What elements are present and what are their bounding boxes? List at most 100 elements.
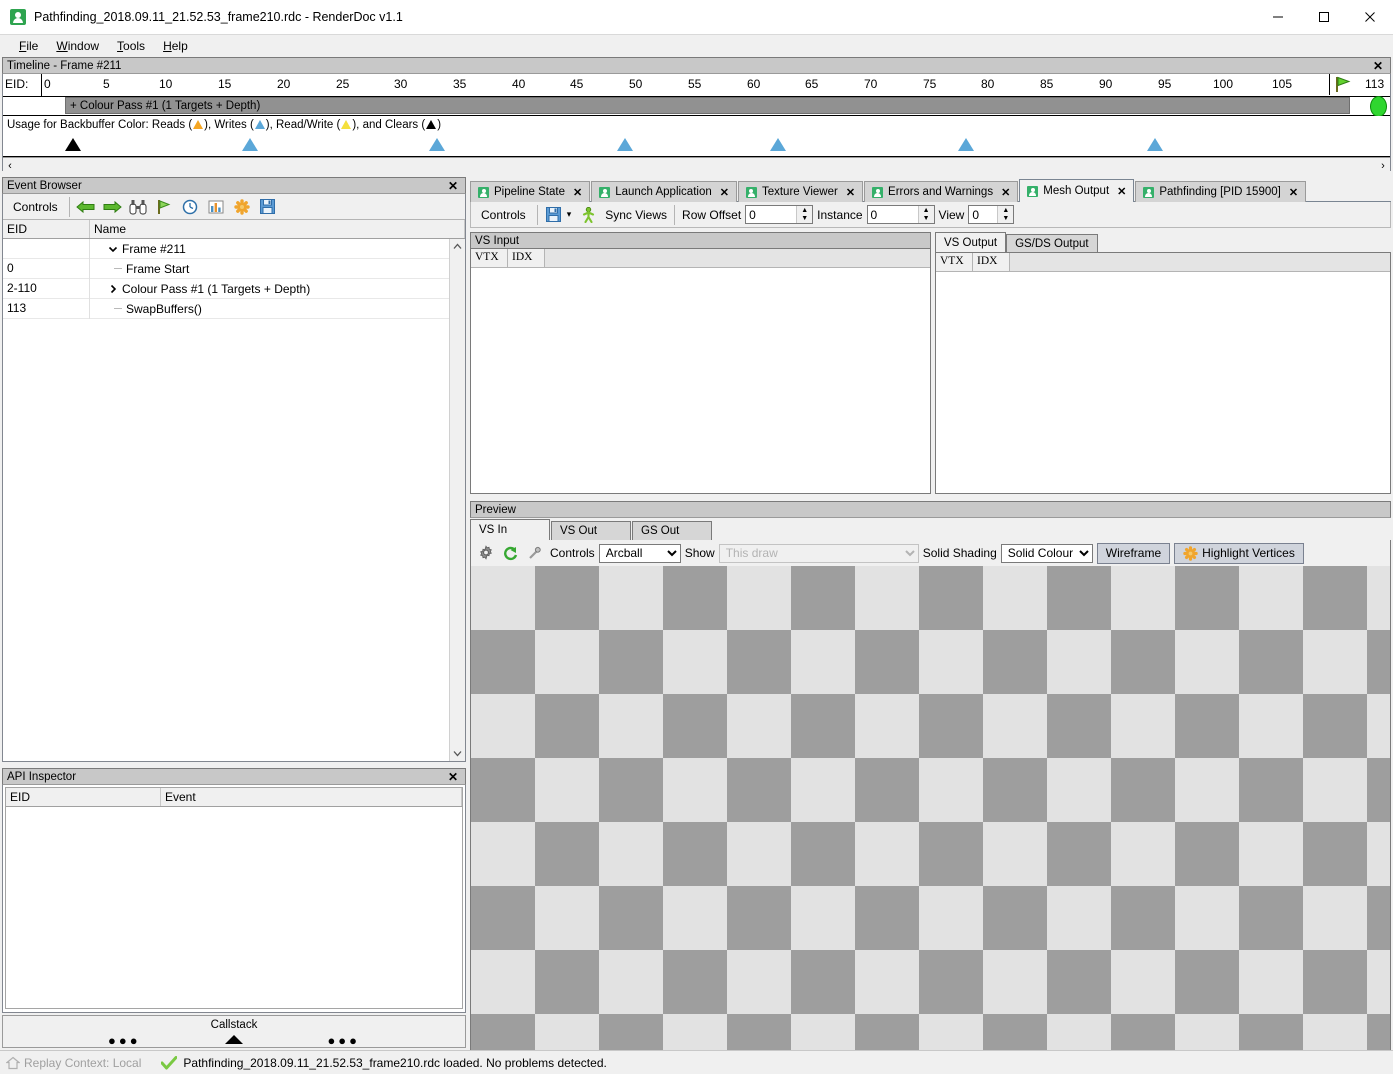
chevron-right-icon[interactable] xyxy=(108,284,122,294)
close-icon[interactable]: ✕ xyxy=(1117,185,1126,198)
scroll-up-icon[interactable] xyxy=(450,239,465,254)
sync-views-label[interactable]: Sync Views xyxy=(601,208,671,222)
column-vtx[interactable]: VTX xyxy=(471,249,508,267)
api-inspector-close-icon[interactable]: ✕ xyxy=(445,771,461,783)
replay-context[interactable]: Replay Context: Local xyxy=(6,1056,141,1070)
instance-stepper[interactable]: ▲ ▼ xyxy=(866,205,935,224)
minimize-button[interactable] xyxy=(1255,0,1301,34)
stepper-down-icon[interactable]: ▼ xyxy=(797,215,812,224)
usage-marker-write[interactable] xyxy=(242,138,258,151)
column-event[interactable]: Event xyxy=(161,788,462,806)
column-eid[interactable]: EID xyxy=(3,220,90,238)
bar-chart-icon[interactable] xyxy=(203,196,229,218)
timeline-scroll-left-icon[interactable]: ‹ xyxy=(3,158,17,173)
tab-vs-in[interactable]: VS In xyxy=(470,519,550,540)
usage-marker-write[interactable] xyxy=(958,138,974,151)
timeline-current-event-marker[interactable] xyxy=(1370,96,1387,117)
save-icon[interactable] xyxy=(255,196,281,218)
highlight-vertices-button[interactable]: Highlight Vertices xyxy=(1174,542,1304,564)
timer-icon[interactable] xyxy=(177,196,203,218)
tab-vs-out[interactable]: VS Out xyxy=(551,521,631,540)
tab-mesh-output[interactable]: Mesh Output ✕ xyxy=(1019,179,1135,202)
close-icon[interactable]: ✕ xyxy=(573,186,582,199)
table-row[interactable]: 0 Frame Start xyxy=(3,258,465,279)
mesh-preview-canvas[interactable] xyxy=(470,566,1391,1072)
timeline-pass-row[interactable]: + Colour Pass #1 (1 Targets + Depth) xyxy=(3,96,1390,117)
forward-arrow-icon[interactable] xyxy=(99,196,125,218)
menu-file[interactable]: File xyxy=(10,37,47,55)
stepper-up-icon[interactable]: ▲ xyxy=(797,206,812,215)
tab-launch-application[interactable]: Launch Application ✕ xyxy=(591,181,737,202)
tab-errors-and-warnings[interactable]: Errors and Warnings ✕ xyxy=(864,181,1019,202)
flag-icon[interactable] xyxy=(151,196,177,218)
timeline-close-icon[interactable]: ✕ xyxy=(1370,60,1386,72)
table-row[interactable]: 113 SwapBuffers() xyxy=(3,298,465,319)
camera-controls-select[interactable]: Arcball xyxy=(598,543,681,563)
column-idx[interactable]: IDX xyxy=(508,249,545,267)
column-idx[interactable]: IDX xyxy=(973,253,1010,271)
tab-gs-ds-output[interactable]: GS/DS Output xyxy=(1006,234,1098,252)
tab-pathfinding-pid[interactable]: Pathfinding [PID 15900] ✕ xyxy=(1135,181,1307,202)
callstack-splitter[interactable]: Callstack ●●● ●●● xyxy=(2,1015,466,1048)
api-inspector-table[interactable]: EID Event xyxy=(5,787,463,1009)
stepper-arrows[interactable]: ▲ ▼ xyxy=(997,206,1014,224)
maximize-button[interactable] xyxy=(1301,0,1347,34)
gear-icon[interactable] xyxy=(474,542,498,564)
event-browser-close-icon[interactable]: ✕ xyxy=(445,180,461,192)
stepper-up-icon[interactable]: ▲ xyxy=(919,206,934,215)
binoculars-icon[interactable] xyxy=(125,196,151,218)
view-input[interactable] xyxy=(969,206,998,223)
vs-output-table[interactable]: VTX IDX xyxy=(935,252,1391,494)
show-select[interactable]: This draw xyxy=(718,543,919,563)
close-icon[interactable]: ✕ xyxy=(1289,186,1298,199)
timeline-body[interactable]: EID: 0 5 10 15 20 25 30 35 40 45 50 55 6… xyxy=(2,74,1393,173)
timeline-scrollbar[interactable]: ‹ › xyxy=(3,157,1390,173)
tab-vs-output[interactable]: VS Output xyxy=(935,232,1007,252)
close-icon[interactable]: ✕ xyxy=(720,186,729,199)
reset-camera-icon[interactable] xyxy=(498,542,522,564)
column-vtx[interactable]: VTX xyxy=(936,253,973,271)
wireframe-button[interactable]: Wireframe xyxy=(1096,542,1171,564)
stepper-down-icon[interactable]: ▼ xyxy=(998,215,1013,224)
timeline-colour-pass-bar[interactable]: + Colour Pass #1 (1 Targets + Depth) xyxy=(65,97,1350,114)
back-arrow-icon[interactable] xyxy=(73,196,99,218)
view-stepper[interactable]: ▲ ▼ xyxy=(968,205,1015,224)
solid-shading-select[interactable]: Solid Colour xyxy=(1000,543,1093,563)
table-row[interactable]: 2-110 Colour Pass #1 (1 Targets + Depth) xyxy=(3,278,465,299)
vs-input-table[interactable]: VTX IDX xyxy=(470,248,931,494)
menu-help[interactable]: Help xyxy=(154,37,197,55)
column-name[interactable]: Name xyxy=(90,220,465,238)
close-button[interactable] xyxy=(1347,0,1393,34)
callstack-handle-right[interactable]: ●●● xyxy=(327,1034,360,1047)
stepper-arrows[interactable]: ▲ ▼ xyxy=(796,206,813,224)
timeline-ruler[interactable]: EID: 0 5 10 15 20 25 30 35 40 45 50 55 6… xyxy=(3,74,1393,97)
chevron-down-icon[interactable] xyxy=(108,244,122,254)
timeline-scroll-right-icon[interactable]: › xyxy=(1376,158,1390,173)
eyedropper-icon[interactable] xyxy=(522,542,546,564)
event-browser-scrollbar[interactable] xyxy=(449,239,465,761)
usage-marker-write[interactable] xyxy=(1147,138,1163,151)
scroll-down-icon[interactable] xyxy=(450,746,465,761)
sync-views-icon[interactable] xyxy=(575,204,601,226)
stepper-up-icon[interactable]: ▲ xyxy=(998,206,1013,215)
green-flag-icon[interactable] xyxy=(1335,76,1351,93)
close-icon[interactable]: ✕ xyxy=(1001,186,1010,199)
column-eid[interactable]: EID xyxy=(6,788,161,806)
chevron-down-icon[interactable]: ▾ xyxy=(567,209,572,220)
tab-texture-viewer[interactable]: Texture Viewer ✕ xyxy=(737,181,864,202)
usage-marker-write[interactable] xyxy=(617,138,633,151)
tab-pipeline-state[interactable]: Pipeline State ✕ xyxy=(470,181,591,202)
table-row[interactable]: Frame #211 xyxy=(3,238,465,259)
row-offset-stepper[interactable]: ▲ ▼ xyxy=(745,205,814,224)
menu-window[interactable]: Window xyxy=(47,37,108,55)
asterisk-icon[interactable] xyxy=(229,196,255,218)
row-offset-input[interactable] xyxy=(746,206,797,223)
stepper-down-icon[interactable]: ▼ xyxy=(919,215,934,224)
usage-marker-write[interactable] xyxy=(770,138,786,151)
callstack-handle-left[interactable]: ●●● xyxy=(108,1034,141,1047)
chevron-up-icon[interactable] xyxy=(225,1035,243,1044)
close-icon[interactable]: ✕ xyxy=(846,186,855,199)
tab-gs-out[interactable]: GS Out xyxy=(632,521,712,540)
usage-marker-clear[interactable] xyxy=(65,138,81,151)
instance-input[interactable] xyxy=(867,206,918,223)
